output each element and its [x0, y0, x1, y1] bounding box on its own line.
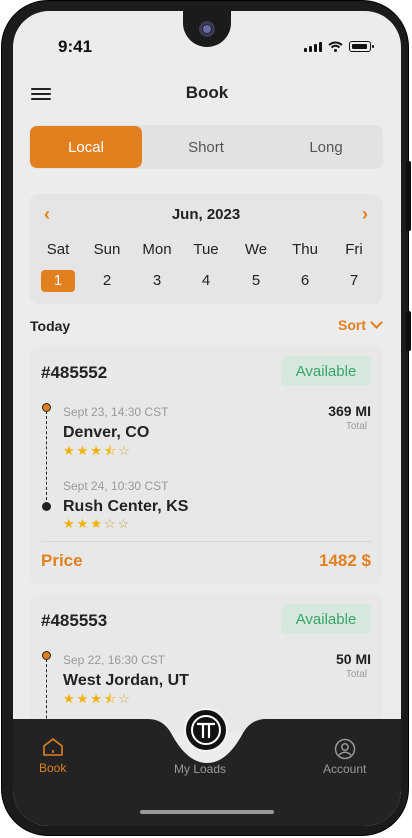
list-title: Today	[30, 318, 71, 334]
volume-button	[406, 161, 411, 231]
chevron-down-icon	[370, 316, 383, 329]
weekday-label: Mon	[142, 241, 172, 258]
tab-account[interactable]: Account	[323, 738, 366, 776]
tab-account-label: Account	[323, 762, 367, 776]
signal-icon	[304, 42, 322, 52]
weekday-label: Sun	[93, 241, 121, 258]
status-badge: Available	[281, 604, 371, 634]
distance: 369 MI	[328, 403, 371, 419]
next-month-icon[interactable]: ›	[362, 204, 368, 225]
distance-label: Total	[345, 669, 367, 680]
tab-long[interactable]: Long	[270, 126, 382, 168]
route-line	[46, 411, 47, 505]
load-id: #485553	[41, 611, 108, 630]
screen: 9:41 Book Local Short Long ‹ Jun, 2023 ›	[13, 11, 401, 826]
delivery-city: Rush Center, KS	[63, 498, 189, 515]
status-time: 9:41	[58, 37, 93, 56]
calendar-day[interactable]: 5	[239, 272, 273, 289]
logo-icon[interactable]	[184, 708, 228, 752]
price-value: 1482 $	[319, 551, 371, 570]
sort-button[interactable]: Sort	[338, 316, 383, 333]
distance: 50 MI	[335, 651, 371, 667]
tab-my-loads-label: My Loads	[174, 762, 227, 776]
pickup-rating-stars: ★★★⯪☆	[63, 691, 132, 706]
calendar-day-selected[interactable]: 1	[41, 270, 75, 292]
destination-dot-icon	[42, 502, 51, 511]
delivery-rating-stars: ★★★☆☆	[63, 516, 132, 531]
weekday-label: Tue	[193, 241, 219, 258]
load-id: #485552	[41, 363, 108, 382]
calendar-day[interactable]: 7	[337, 272, 371, 289]
delivery-date: Sept 24, 10:30 CST	[63, 479, 169, 493]
battery-icon	[349, 41, 374, 52]
tab-book-label: Book	[39, 761, 67, 775]
camera-icon	[199, 21, 215, 37]
origin-dot-icon	[42, 403, 51, 412]
pickup-date: Sept 23, 14:30 CST	[63, 405, 169, 419]
load-type-tabs: Local Short Long	[29, 125, 383, 169]
status-icons	[304, 41, 374, 52]
sort-label: Sort	[338, 317, 366, 333]
calendar-day[interactable]: 2	[90, 272, 124, 289]
pickup-rating-stars: ★★★⯪☆	[63, 443, 132, 458]
weekday-label: Fri	[345, 241, 363, 258]
divider	[41, 541, 371, 542]
home-icon	[42, 738, 63, 756]
phone-frame: 9:41 Book Local Short Long ‹ Jun, 2023 ›	[2, 1, 411, 835]
wifi-icon	[328, 41, 343, 52]
calendar-day[interactable]: 3	[140, 272, 174, 289]
home-indicator	[140, 810, 274, 814]
weekday-label: Sat	[46, 241, 70, 258]
tab-local[interactable]: Local	[30, 126, 142, 168]
load-card[interactable]: #485552 Available Sept 23, 14:30 CST Den…	[29, 345, 383, 585]
pickup-city: West Jordan, UT	[63, 672, 189, 689]
tab-my-loads[interactable]: My Loads	[174, 762, 226, 776]
page-title: Book	[185, 83, 229, 102]
user-icon	[334, 738, 355, 760]
power-button	[406, 311, 411, 351]
weekday-label: We	[244, 241, 268, 258]
origin-dot-icon	[42, 651, 51, 660]
tab-book[interactable]: Book	[39, 737, 66, 775]
pickup-date: Sep 22, 16:30 CST	[63, 653, 166, 667]
calendar-day[interactable]: 6	[288, 272, 322, 289]
status-badge: Available	[281, 356, 371, 386]
price-label: Price	[41, 551, 83, 570]
calendar-month: Jun, 2023	[171, 206, 241, 223]
calendar: ‹ Jun, 2023 › Sat Sun Mon Tue We Thu Fri…	[29, 194, 383, 304]
calendar-day[interactable]: 4	[189, 272, 223, 289]
weekday-label: Thu	[292, 241, 318, 258]
pickup-city: Denver, CO	[63, 424, 150, 441]
tab-short[interactable]: Short	[150, 126, 262, 168]
distance-label: Total	[345, 421, 367, 432]
